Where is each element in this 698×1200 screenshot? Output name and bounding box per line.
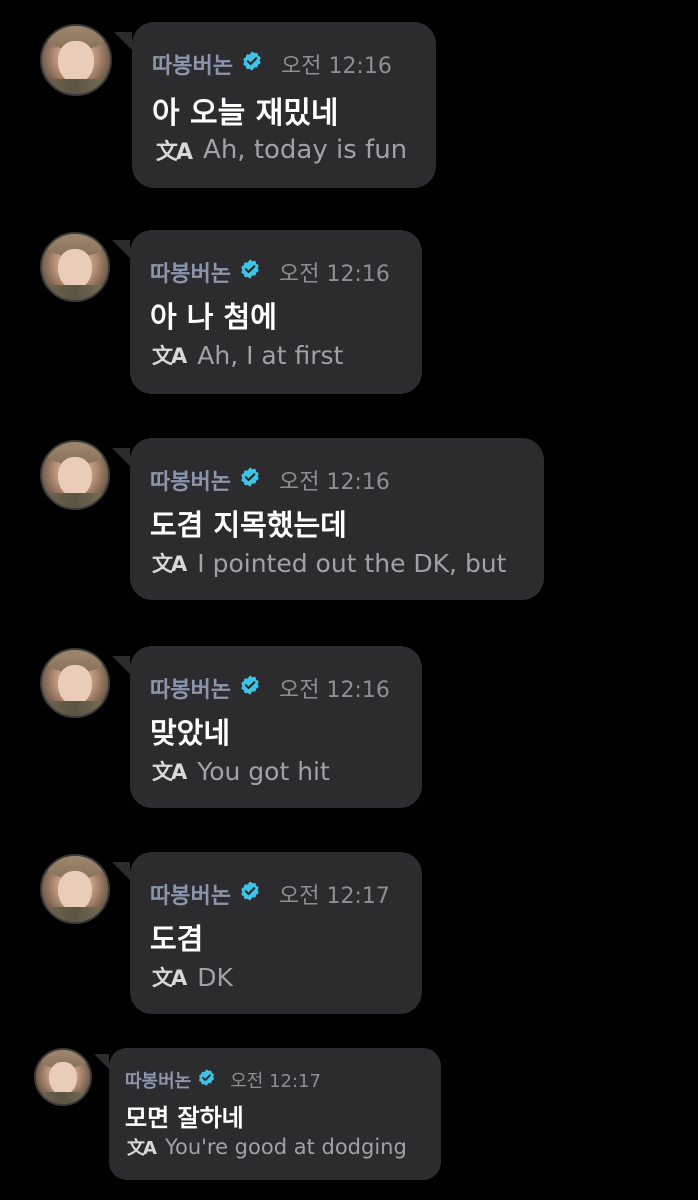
translate-icon: 文A [152,552,187,576]
timestamp: 오전 12:16 [280,54,392,79]
avatar[interactable] [40,648,110,718]
verified-badge-icon [197,1068,216,1092]
translation-text: You're good at dodging [164,1135,407,1159]
timestamp: 오전 12:17 [230,1071,321,1092]
username[interactable]: 따봉버논 [150,672,231,704]
timestamp: 오전 12:16 [278,470,390,495]
username[interactable]: 따봉버논 [150,464,231,496]
verified-badge-icon [239,258,261,286]
translation-text: Ah, I at first [197,340,344,370]
message-header: 따봉버논 오전 12:17 [150,878,390,910]
timestamp: 오전 12:16 [278,678,390,703]
username[interactable]: 따봉버논 [150,878,231,910]
translation-text: DK [197,962,233,992]
verified-badge-icon [239,466,261,494]
avatar[interactable] [40,232,110,302]
message-text: 도겸 지목했는데 [150,508,347,542]
translation-text: I pointed out the DK, but [197,548,507,578]
translate-icon: 文A [152,760,187,784]
avatar[interactable] [40,440,110,510]
username[interactable]: 따봉버논 [150,256,231,288]
translation-line: 文A DK [152,962,233,992]
message-header: 따봉버논 오전 12:16 [152,48,392,80]
translation-text: You got hit [197,756,330,786]
message-header: 따봉버논 오전 12:16 [150,672,390,704]
message-text: 모면 잘하네 [125,1104,244,1132]
translation-line: 文A Ah, today is fun [156,134,407,166]
verified-badge-icon [239,880,261,908]
avatar[interactable] [40,24,112,96]
avatar[interactable] [40,854,110,924]
translation-line: 文A You're good at dodging [127,1134,407,1160]
translation-line: 文A You got hit [152,756,330,786]
message-text: 도겸 [150,922,204,956]
translate-icon: 文A [156,140,193,165]
username[interactable]: 따봉버논 [152,48,233,80]
translation-line: 文A Ah, I at first [152,340,343,370]
avatar[interactable] [34,1048,92,1106]
timestamp: 오전 12:17 [278,884,390,909]
translate-icon: 文A [127,1138,157,1159]
translate-icon: 文A [152,966,187,990]
translate-icon: 文A [152,344,187,368]
verified-badge-icon [241,50,263,78]
timestamp: 오전 12:16 [278,262,390,287]
translation-text: Ah, today is fun [203,135,408,165]
message-header: 따봉버논 오전 12:16 [150,464,390,496]
username[interactable]: 따봉버논 [125,1067,191,1093]
message-header: 따봉버논 오전 12:16 [150,256,390,288]
verified-badge-icon [239,674,261,702]
message-text: 아 오늘 재밌네 [152,96,339,131]
message-header: 따봉버논 오전 12:17 [125,1067,321,1093]
message-text: 아 나 첨에 [150,300,277,334]
translation-line: 文A I pointed out the DK, but [152,548,506,578]
message-text: 맞았네 [150,716,231,750]
